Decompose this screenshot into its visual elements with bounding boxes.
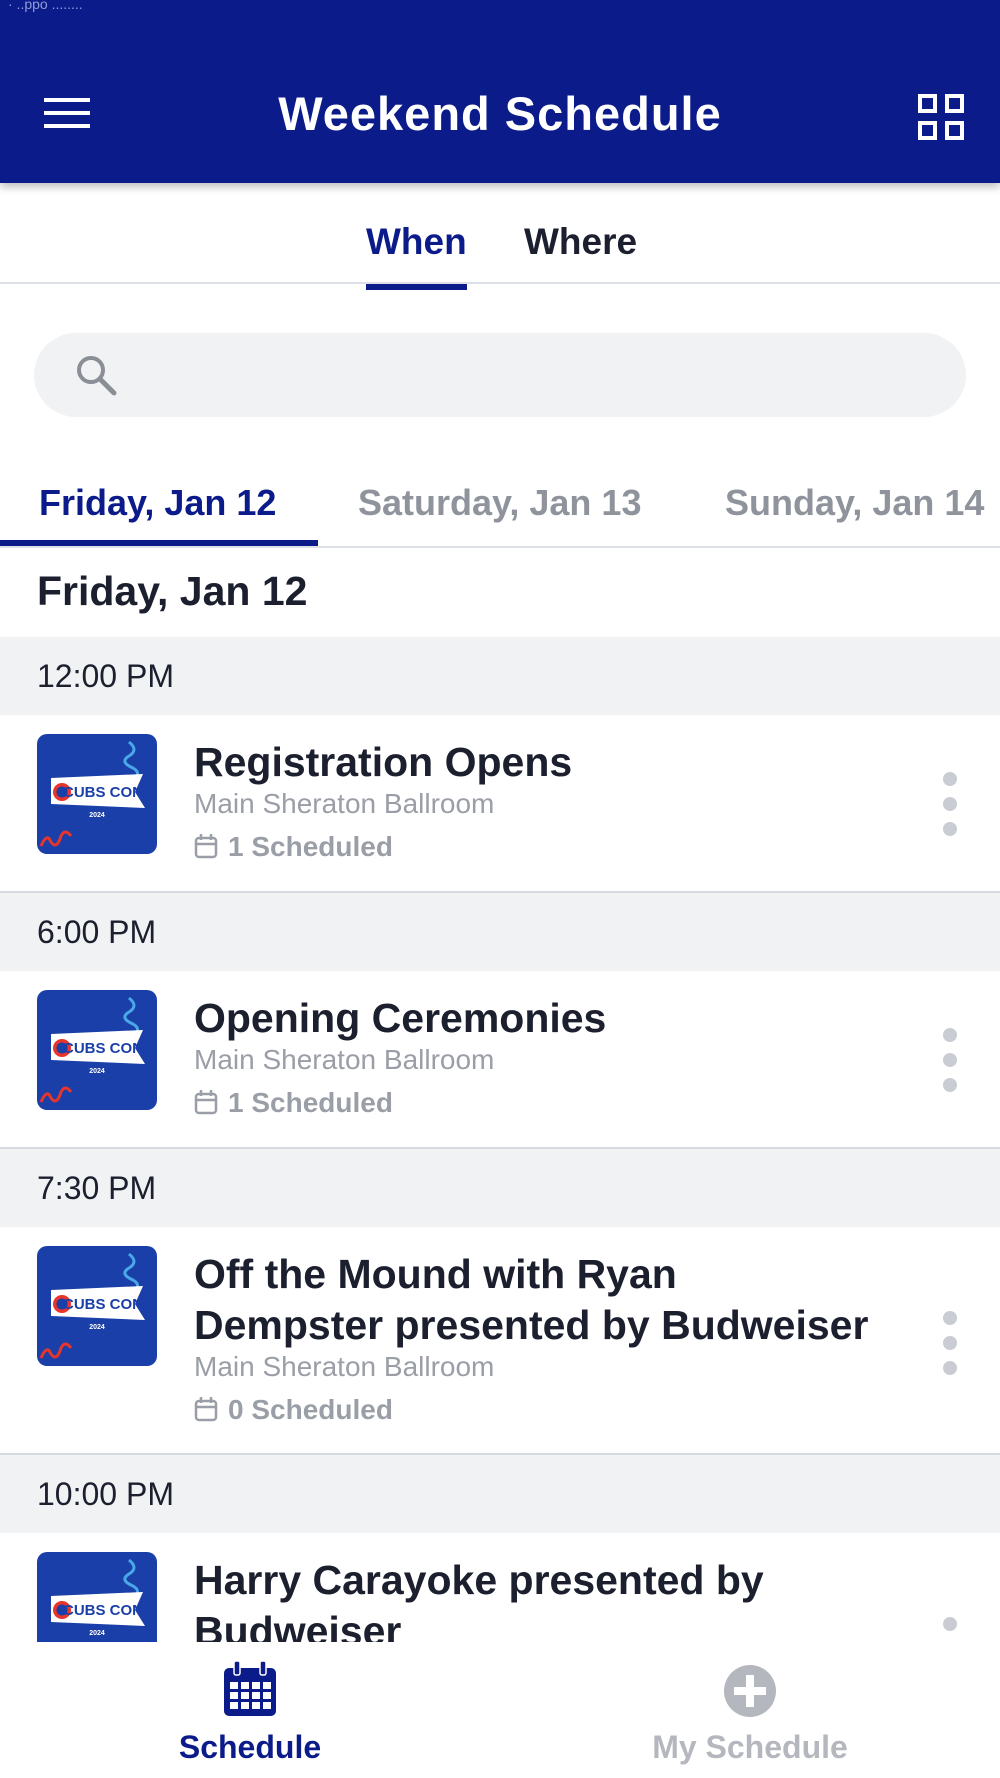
event-title: Harry Carayoke presented by Budweiser xyxy=(194,1557,764,1642)
add-circle-icon xyxy=(724,1665,776,1717)
more-options-icon[interactable] xyxy=(940,1311,960,1375)
more-options-icon[interactable] xyxy=(940,1617,960,1642)
nav-my-schedule-label: My Schedule xyxy=(652,1729,848,1765)
more-options-icon[interactable] xyxy=(940,1028,960,1092)
bottom-nav: Schedule My Schedule xyxy=(0,1642,1000,1778)
cubs-con-logo: CUBS CON 2024 xyxy=(37,990,157,1110)
tab-day-saturday[interactable]: Saturday, Jan 13 xyxy=(358,482,641,524)
event-title: Opening Ceremonies xyxy=(194,995,607,1041)
nav-schedule[interactable]: Schedule xyxy=(100,1660,400,1766)
cubs-con-logo: CUBS CON 2024 xyxy=(37,734,157,854)
search-input[interactable] xyxy=(34,333,966,417)
time-header: 6:00 PM xyxy=(0,893,1000,971)
svg-text:2024: 2024 xyxy=(89,1068,105,1075)
time-header: 10:00 PM xyxy=(0,1455,1000,1533)
calendar-outline-icon xyxy=(194,834,218,859)
event-row[interactable]: CUBS CON 2024 Registration Opens Main Sh… xyxy=(0,715,1000,893)
more-options-icon[interactable] xyxy=(940,772,960,836)
scheduled-count: 1 Scheduled xyxy=(194,1087,393,1119)
tab-day-friday[interactable]: Friday, Jan 12 xyxy=(39,482,276,524)
tab-when[interactable]: When xyxy=(366,221,467,290)
calendar-outline-icon xyxy=(194,1090,218,1115)
event-list[interactable]: 12:00 PM CUBS CON 2024 Registration Open… xyxy=(0,637,1000,1642)
view-tabs: When Where xyxy=(0,183,1000,290)
day-tabs: Friday, Jan 12 Saturday, Jan 13 Sunday, … xyxy=(0,470,1000,548)
svg-text:2024: 2024 xyxy=(89,1630,105,1637)
svg-text:2024: 2024 xyxy=(89,812,105,819)
event-location: Main Sheraton Ballroom xyxy=(194,1351,495,1382)
active-day-indicator xyxy=(0,540,318,546)
svg-text:CUBS CON: CUBS CON xyxy=(63,784,143,801)
search-icon xyxy=(77,356,117,396)
event-location: Main Sheraton Ballroom xyxy=(194,788,495,819)
event-row[interactable]: CUBS CON 2024 Off the Mound with Ryan Dem… xyxy=(0,1227,1000,1455)
svg-text:CUBS CON: CUBS CON xyxy=(63,1040,143,1057)
svg-text:CUBS CON: CUBS CON xyxy=(63,1602,143,1619)
nav-schedule-label: Schedule xyxy=(178,1729,322,1765)
svg-text:2024: 2024 xyxy=(89,1324,105,1331)
tab-day-sunday[interactable]: Sunday, Jan 14 xyxy=(725,482,984,524)
scheduled-count: 1 Scheduled xyxy=(194,831,393,863)
event-row[interactable]: CUBS CON 2024 Harry Carayoke presented b… xyxy=(0,1533,1000,1642)
day-heading: Friday, Jan 12 xyxy=(37,568,308,614)
event-title: Registration Opens xyxy=(194,739,573,785)
time-header: 12:00 PM xyxy=(0,637,1000,715)
cubs-con-logo: CUBS CON 2024 xyxy=(37,1552,157,1642)
page-title: Weekend Schedule xyxy=(278,87,722,140)
calendar-outline-icon xyxy=(194,1397,218,1422)
nav-my-schedule[interactable]: My Schedule xyxy=(600,1660,900,1766)
scheduled-count: 0 Scheduled xyxy=(194,1394,393,1426)
app-bar: · ..ppo ........ Weekend Schedule xyxy=(0,0,1000,183)
grid-view-icon[interactable] xyxy=(918,94,964,140)
event-title: Off the Mound with Ryan Dempster presente… xyxy=(194,1251,869,1348)
status-bar-fragment: · ..ppo ........ xyxy=(8,0,83,12)
time-header: 7:30 PM xyxy=(0,1149,1000,1227)
calendar-icon xyxy=(224,1660,276,1716)
cubs-con-logo: CUBS CON 2024 xyxy=(37,1246,157,1366)
event-row[interactable]: CUBS CON 2024 Opening Ceremonies Main Sh… xyxy=(0,971,1000,1149)
event-location: Main Sheraton Ballroom xyxy=(194,1044,495,1075)
svg-text:CUBS CON: CUBS CON xyxy=(63,1296,143,1313)
tab-where[interactable]: Where xyxy=(524,221,637,263)
